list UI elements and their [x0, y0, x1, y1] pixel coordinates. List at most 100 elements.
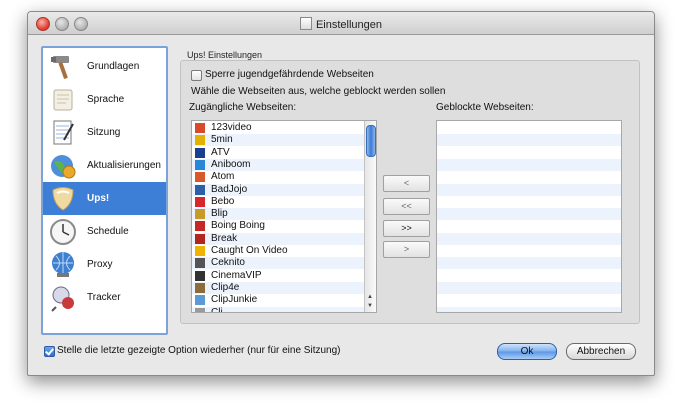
group-title: Ups! Einstellungen — [187, 50, 263, 60]
list-item-label: Atom — [211, 171, 235, 183]
list-item[interactable]: Boing Boing — [192, 220, 364, 233]
empty-row — [437, 232, 621, 245]
empty-row — [437, 122, 621, 134]
move-all-left-button[interactable]: << — [383, 198, 430, 215]
empty-row — [437, 146, 621, 159]
list-item[interactable]: Caught On Video — [192, 245, 364, 257]
list-item[interactable]: Blip — [192, 208, 364, 221]
list-item-label: Boing Boing — [211, 220, 265, 232]
sidebar-item-sitzung[interactable]: Sitzung — [43, 116, 166, 149]
list-item[interactable]: BadJojo — [192, 183, 364, 196]
sidebar-item-sprache[interactable]: Sprache — [43, 83, 166, 116]
site-favicon-icon — [195, 123, 205, 133]
blocked-sites-header: Geblockte Webseiten: — [436, 102, 534, 113]
ok-button[interactable]: Ok — [497, 343, 557, 360]
empty-row — [437, 208, 621, 221]
list-item-label: ATV — [211, 146, 230, 158]
empty-row — [437, 158, 621, 171]
sidebar-item-proxy[interactable]: Proxy — [43, 248, 166, 281]
preferences-window: Einstellungen Grundlagen Sprache Sitzung… — [27, 11, 655, 376]
site-favicon-icon — [195, 307, 205, 312]
scroll-up-arrow-icon[interactable]: ▲ — [365, 293, 375, 301]
instruction-text: Wähle die Webseiten aus, welche geblockt… — [191, 86, 446, 97]
available-sites-list[interactable]: 123video 5min ATV Aniboom Atom BadJojo Bebo Bli… — [191, 120, 377, 313]
empty-row — [437, 195, 621, 208]
move-left-button[interactable]: < — [383, 175, 430, 192]
hammer-icon — [51, 56, 69, 79]
sidebar-item-aktualisierungen[interactable]: Aktualisierungen — [43, 149, 166, 182]
empty-row — [437, 269, 621, 282]
list-item-label: Cli... — [211, 306, 231, 313]
list-item-label: Caught On Video — [211, 245, 288, 256]
site-favicon-icon — [195, 282, 205, 293]
list-item-label: Clip4e — [211, 281, 240, 293]
list-item[interactable]: Atom — [192, 171, 364, 184]
list-item-label: 5min — [211, 134, 233, 146]
site-favicon-icon — [195, 196, 205, 207]
move-right-button[interactable]: > — [383, 241, 430, 258]
empty-row — [437, 306, 621, 312]
list-item-label: ClipJunkie — [211, 294, 258, 306]
blocked-sites-list[interactable] — [436, 120, 622, 313]
clock-icon — [50, 219, 76, 245]
list-item-label: Break — [211, 232, 238, 244]
site-favicon-icon — [195, 233, 205, 244]
shield-icon — [52, 187, 74, 211]
site-favicon-icon — [195, 209, 205, 220]
list-item-label: Aniboom — [211, 158, 251, 170]
empty-row — [437, 245, 621, 257]
empty-row — [437, 220, 621, 233]
list-item[interactable]: Break — [192, 232, 364, 245]
remember-option-checkbox[interactable] — [44, 346, 55, 357]
document-icon — [299, 17, 312, 30]
sidebar-item-schedule[interactable]: Schedule — [43, 215, 166, 248]
empty-row — [437, 183, 621, 196]
site-favicon-icon — [195, 295, 205, 306]
site-favicon-icon — [195, 135, 205, 146]
empty-row — [437, 134, 621, 147]
list-item-label: BadJojo — [211, 183, 248, 195]
cancel-button[interactable]: Abbrechen — [566, 343, 636, 360]
list-item[interactable]: ClipJunkie — [192, 294, 364, 307]
list-item[interactable]: Ceknito — [192, 257, 364, 270]
site-favicon-icon — [195, 221, 205, 232]
list-item[interactable]: Aniboom — [192, 158, 364, 171]
notepad-icon — [53, 120, 74, 145]
scroll-down-arrow-icon[interactable]: ▼ — [365, 302, 375, 310]
scrollbar-thumb[interactable] — [366, 125, 376, 157]
sidebar-item-tracker[interactable]: Tracker — [43, 281, 166, 314]
globe-update-icon — [51, 155, 76, 179]
site-favicon-icon — [195, 270, 205, 281]
site-favicon-icon — [195, 159, 205, 170]
site-favicon-icon — [195, 184, 205, 195]
list-item[interactable]: Bebo — [192, 195, 364, 208]
list-item-label: Ceknito — [211, 257, 245, 269]
sidebar: Grundlagen Sprache Sitzung Aktualisierun… — [41, 46, 168, 335]
list-item-label: CinemaVIP — [211, 269, 262, 281]
list-item[interactable]: CinemaVIP — [192, 269, 364, 282]
move-all-right-button[interactable]: >> — [383, 220, 430, 237]
empty-row — [437, 294, 621, 307]
available-sites-header: Zugängliche Webseiten: — [189, 102, 297, 113]
list-item-label: Bebo — [211, 195, 235, 207]
list-item-label: Blip — [211, 208, 228, 220]
sidebar-item-grundlagen[interactable]: Grundlagen — [43, 50, 166, 83]
site-favicon-icon — [195, 172, 205, 183]
empty-row — [437, 281, 621, 294]
sidebar-item-ups[interactable]: Ups! — [43, 182, 166, 215]
list-item[interactable]: 5min — [192, 134, 364, 147]
list-item[interactable]: Cli... — [192, 306, 364, 313]
block-sites-checkbox[interactable] — [191, 70, 202, 81]
site-favicon-icon — [195, 147, 205, 158]
list-item-label: 123video — [211, 122, 252, 133]
list-item[interactable]: Clip4e — [192, 281, 364, 294]
site-favicon-icon — [195, 246, 205, 256]
scroll-icon — [53, 89, 73, 111]
title-bar[interactable]: Einstellungen — [28, 12, 654, 35]
available-list-scrollbar[interactable]: ▲ ▼ — [364, 121, 376, 312]
remember-option-label: Stelle die letzte gezeigte Option wieder… — [57, 345, 341, 356]
list-item[interactable]: ATV — [192, 146, 364, 159]
list-item[interactable]: 123video — [192, 122, 364, 134]
window-title: Einstellungen — [28, 17, 654, 31]
empty-row — [437, 171, 621, 184]
